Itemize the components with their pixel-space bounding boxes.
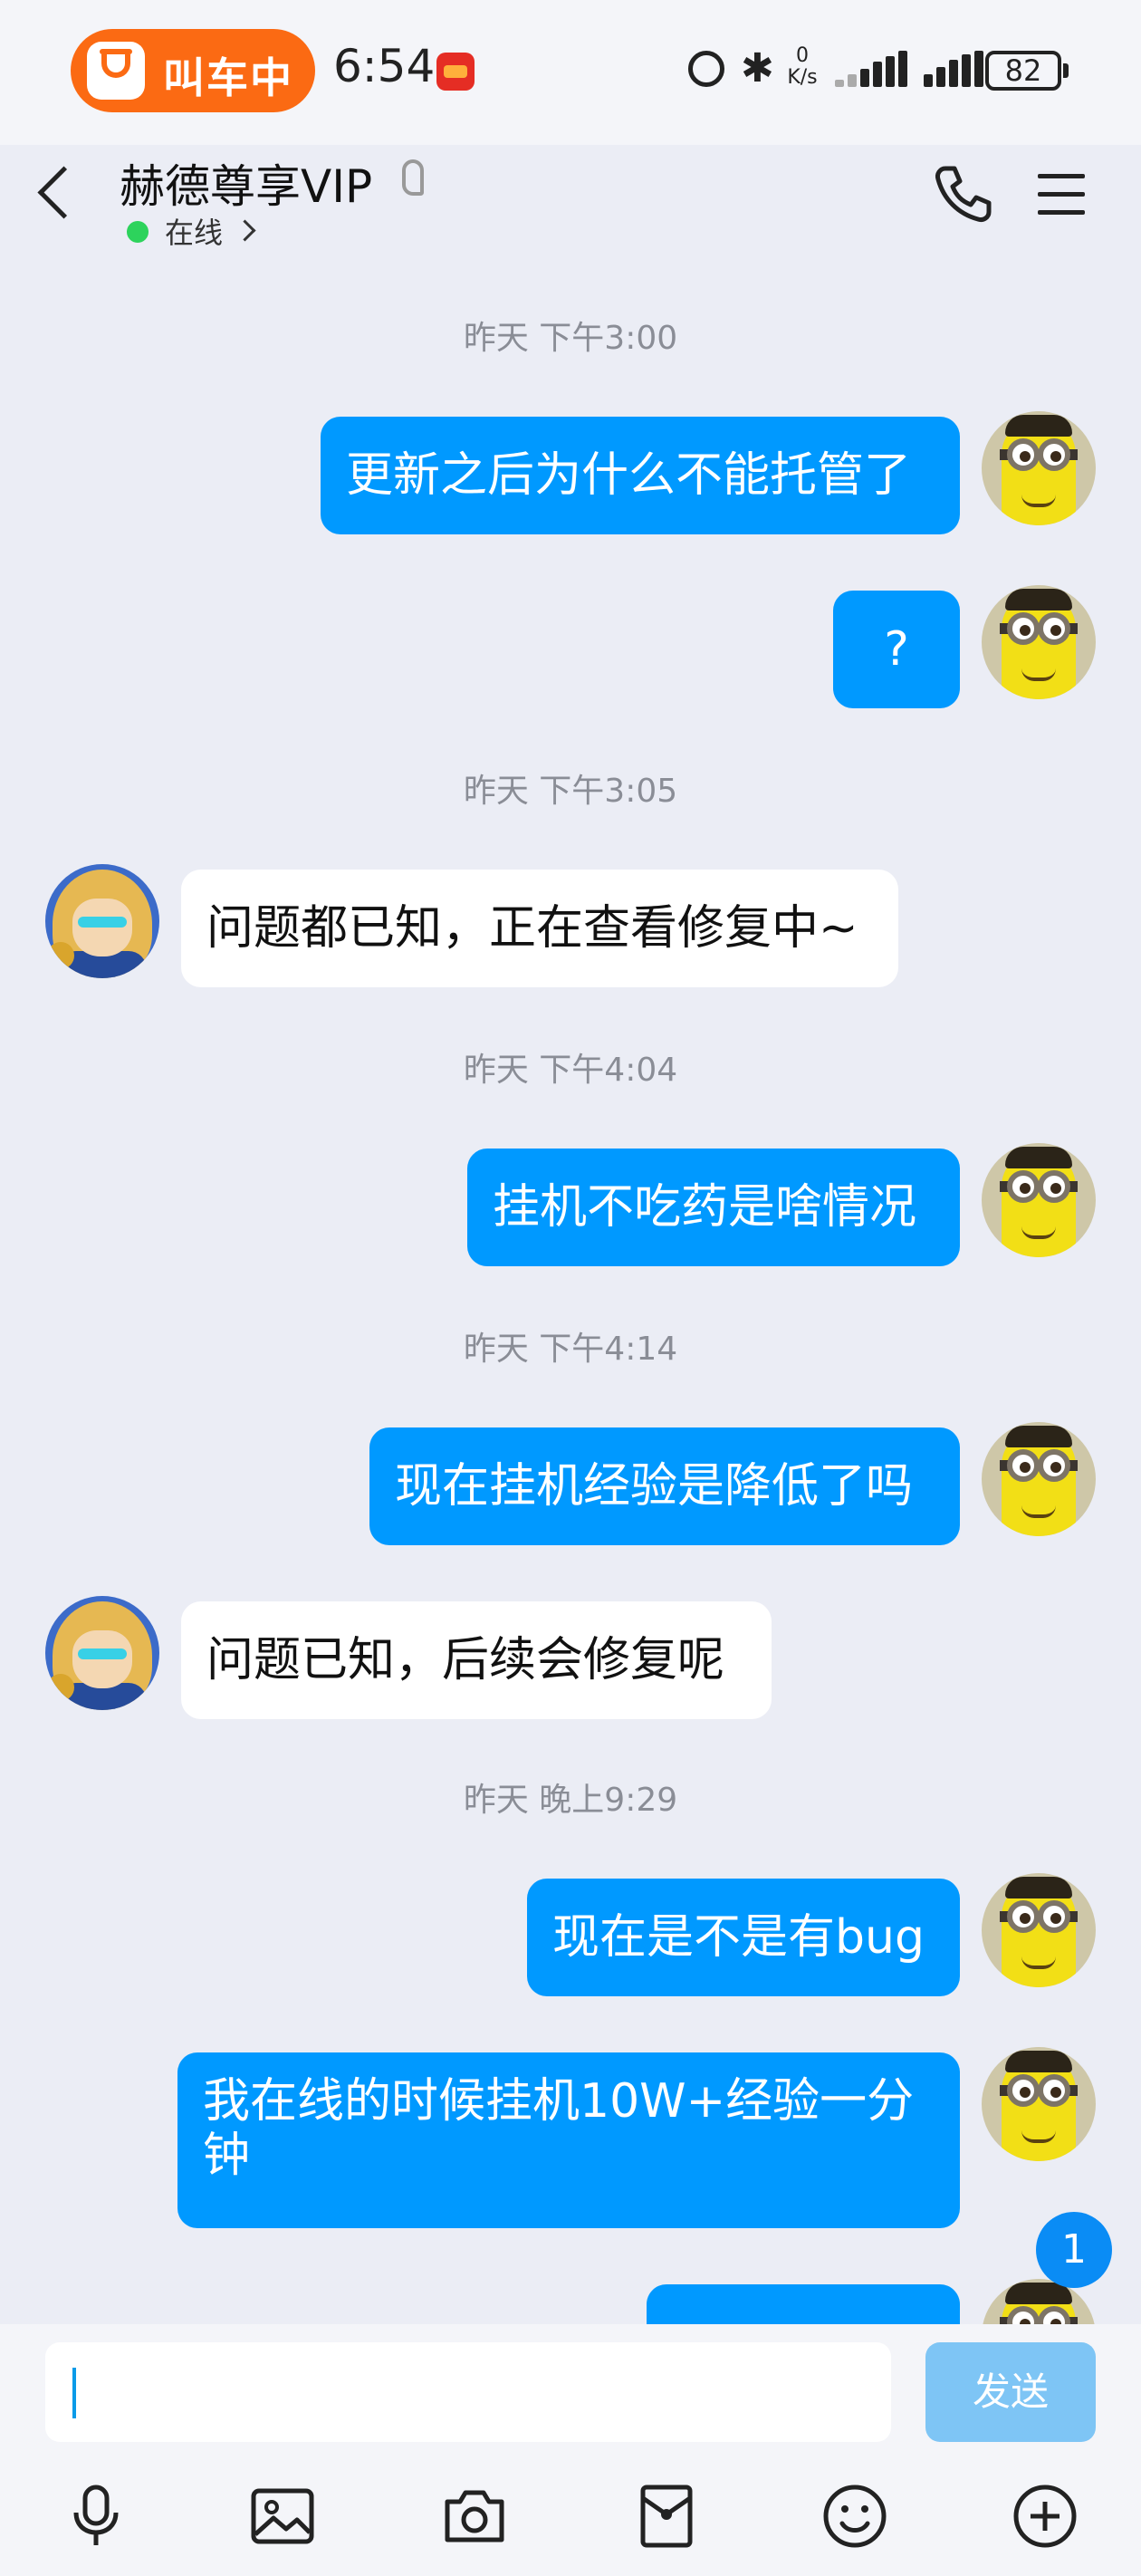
my-avatar[interactable] xyxy=(982,411,1096,525)
signal-icon xyxy=(924,51,983,87)
agent-avatar[interactable] xyxy=(45,1596,159,1710)
message-timestamp: 昨天 下午4:04 xyxy=(463,1052,678,1089)
message-timestamp: 昨天 晚上9:29 xyxy=(463,1782,678,1819)
message-timestamp: 昨天 下午3:05 xyxy=(463,773,678,810)
message-bubble-outgoing[interactable]: 现在是不是有bug xyxy=(527,1879,960,1996)
network-speed-value: 0 xyxy=(796,44,809,67)
message-line: 我在线的时候挂机10W+经验一分 xyxy=(203,2074,915,2129)
unread-count-badge[interactable]: 1 xyxy=(1036,2212,1112,2288)
clock: 6:54 xyxy=(333,40,436,92)
ear-icon xyxy=(402,159,424,196)
my-avatar[interactable] xyxy=(982,1422,1096,1536)
send-button[interactable]: 发送 xyxy=(925,2342,1096,2442)
bluetooth-icon: ✱ xyxy=(741,45,774,91)
plus-icon[interactable] xyxy=(1011,2482,1079,2551)
alarm-icon xyxy=(688,51,724,87)
battery-icon: 82 xyxy=(985,51,1069,91)
red-packet-icon[interactable] xyxy=(632,2482,701,2551)
my-avatar[interactable] xyxy=(982,585,1096,699)
my-avatar[interactable] xyxy=(982,1873,1096,1987)
message-bubble-outgoing[interactable]: 挂机不吃药是啥情况 xyxy=(467,1149,960,1266)
message-bubble-incoming[interactable]: 问题都已知，正在查看修复中~ xyxy=(181,870,898,987)
text-caret xyxy=(72,2368,76,2418)
network-speed: 0 K/s xyxy=(782,45,822,89)
status-bar: 叫车中 6:54 ✱ 0 K/s 82 xyxy=(0,0,1141,145)
ride-app-icon xyxy=(87,42,145,100)
message-bubble-outgoing[interactable]: 更新之后为什么不能托管了 xyxy=(321,417,960,534)
message-bubble-outgoing[interactable]: 我在线的时候挂机10W+经验一分 钟 xyxy=(177,2052,960,2228)
my-avatar[interactable] xyxy=(982,2047,1096,2161)
message-timestamp: 昨天 下午4:14 xyxy=(463,1331,678,1368)
message-line: 钟 xyxy=(203,2129,251,2183)
my-avatar[interactable] xyxy=(982,1143,1096,1257)
microphone-icon[interactable] xyxy=(62,2482,130,2551)
message-bubble-outgoing[interactable]: 现在挂机经验是降低了吗 xyxy=(369,1427,960,1545)
camera-icon[interactable] xyxy=(440,2482,509,2551)
online-status-dot xyxy=(127,221,149,243)
message-timestamp: 昨天 下午3:00 xyxy=(463,320,678,357)
battery-level: 82 xyxy=(1004,53,1042,88)
message-input[interactable] xyxy=(45,2342,891,2442)
agent-avatar[interactable] xyxy=(45,864,159,978)
menu-icon[interactable] xyxy=(1038,174,1085,216)
message-bubble-incoming[interactable]: 问题已知，后续会修复呢 xyxy=(181,1601,772,1719)
message-bubble-outgoing[interactable]: ? xyxy=(833,591,960,708)
image-icon[interactable] xyxy=(248,2482,317,2551)
phone-icon[interactable] xyxy=(933,163,994,225)
chat-title[interactable]: 赫德尊享VIP xyxy=(120,150,372,216)
network-speed-unit: K/s xyxy=(787,66,818,89)
signal-icon xyxy=(835,51,911,87)
back-arrow-icon[interactable] xyxy=(37,166,91,219)
ride-hailing-pill[interactable]: 叫车中 xyxy=(71,29,315,112)
notification-app-icon xyxy=(436,53,475,91)
online-status-label[interactable]: 在线 xyxy=(165,210,223,252)
ride-status-label: 叫车中 xyxy=(163,53,293,102)
emoji-icon[interactable] xyxy=(820,2482,889,2551)
chevron-right-icon[interactable] xyxy=(234,219,256,242)
